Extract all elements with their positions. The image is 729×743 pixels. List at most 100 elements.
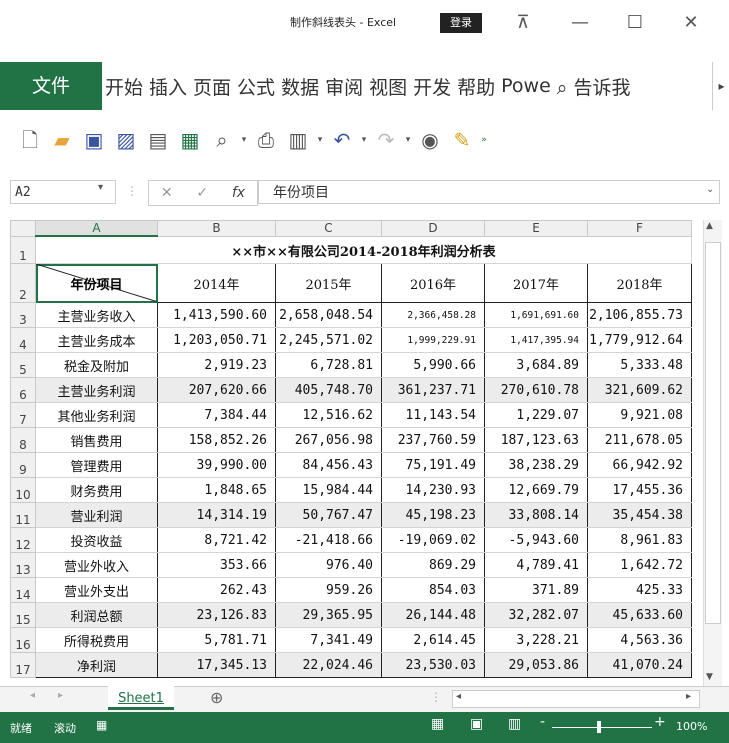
value-cell[interactable]: 6,728.81 — [275, 352, 382, 378]
year-header[interactable]: 2017年 — [484, 263, 588, 303]
value-cell[interactable]: 8,961.83 — [587, 527, 692, 553]
redo-icon[interactable]: ↷ — [370, 125, 402, 155]
save-icon[interactable]: ▣ — [78, 125, 110, 155]
export-icon[interactable]: ▦ — [174, 125, 206, 155]
value-cell[interactable]: 854.03 — [381, 577, 485, 603]
next-sheet-icon[interactable]: ▸ — [58, 690, 63, 701]
zoom-slider-thumb[interactable] — [597, 721, 601, 733]
value-cell[interactable]: 12,669.79 — [484, 477, 588, 503]
column-header[interactable]: A — [35, 220, 158, 237]
print-icon[interactable]: ⎙ — [250, 125, 282, 155]
value-cell[interactable]: 353.66 — [157, 552, 276, 578]
undo-icon[interactable]: ↶ — [326, 125, 358, 155]
value-cell[interactable]: 33,808.14 — [484, 502, 588, 528]
value-cell[interactable]: 1,417,395.94 — [484, 327, 588, 353]
value-cell[interactable]: 4,563.36 — [587, 627, 692, 653]
ribbon-tab[interactable]: 插入 — [146, 73, 190, 100]
zoom-in-button[interactable]: + — [654, 714, 666, 730]
row-header[interactable]: 2 — [10, 263, 36, 303]
value-cell[interactable]: 976.40 — [275, 552, 382, 578]
value-cell[interactable]: 11,143.54 — [381, 402, 485, 428]
value-cell[interactable]: 158,852.26 — [157, 427, 276, 453]
login-button[interactable]: 登录 — [440, 13, 482, 33]
value-cell[interactable]: 237,760.59 — [381, 427, 485, 453]
row-header[interactable]: 11 — [10, 502, 36, 528]
column-header[interactable]: B — [157, 220, 276, 237]
value-cell[interactable]: 869.29 — [381, 552, 485, 578]
page-layout-icon[interactable]: ▣ — [470, 716, 483, 732]
item-cell[interactable]: 销售费用 — [35, 427, 158, 453]
format-painter-icon[interactable]: ✎ — [446, 125, 478, 155]
value-cell[interactable]: 45,198.23 — [381, 502, 485, 528]
item-cell[interactable]: 营业外收入 — [35, 552, 158, 578]
macro-record-icon[interactable]: ▦ — [96, 718, 107, 732]
value-cell[interactable]: 361,237.71 — [381, 377, 485, 403]
ribbon-tab[interactable]: 帮助 — [454, 73, 498, 100]
row-header[interactable]: 16 — [10, 627, 36, 653]
value-cell[interactable]: 371.89 — [484, 577, 588, 603]
ribbon-scroll-right-icon[interactable]: ▸ — [712, 62, 729, 110]
value-cell[interactable]: 425.33 — [587, 577, 692, 603]
column-header[interactable]: D — [381, 220, 485, 237]
value-cell[interactable]: 262.43 — [157, 577, 276, 603]
ribbon-tab[interactable]: 视图 — [366, 73, 410, 100]
value-cell[interactable]: 17,455.36 — [587, 477, 692, 503]
year-header[interactable]: 2018年 — [587, 263, 692, 303]
value-cell[interactable]: -5,943.60 — [484, 527, 588, 553]
sheet-title[interactable]: ××市××有限公司2014-2018年利润分析表 — [35, 235, 692, 264]
prev-sheet-icon[interactable]: ◂ — [30, 690, 35, 701]
value-cell[interactable]: 38,238.29 — [484, 452, 588, 478]
ribbon-tab[interactable]: Powe — [498, 75, 554, 97]
value-cell[interactable]: 1,229.07 — [484, 402, 588, 428]
value-cell[interactable]: 41,070.24 — [587, 652, 692, 678]
chevron-down-icon[interactable]: ▾ — [98, 182, 103, 193]
ribbon-tab[interactable]: 审阅 — [322, 73, 366, 100]
value-cell[interactable]: 29,365.95 — [275, 602, 382, 628]
item-cell[interactable]: 财务费用 — [35, 477, 158, 503]
minimize-icon[interactable]: — — [565, 10, 595, 36]
value-cell[interactable]: 12,516.62 — [275, 402, 382, 428]
sheet-tab[interactable]: Sheet1 — [108, 686, 174, 710]
column-header[interactable]: E — [484, 220, 588, 237]
value-cell[interactable]: 2,658,048.54 — [275, 302, 382, 328]
value-cell[interactable]: 2,245,571.02 — [275, 327, 382, 353]
row-header[interactable]: 6 — [10, 377, 36, 403]
item-cell[interactable]: 营业利润 — [35, 502, 158, 528]
value-cell[interactable]: 2,614.45 — [381, 627, 485, 653]
more-icon[interactable]: » — [478, 125, 490, 155]
value-cell[interactable]: 15,984.44 — [275, 477, 382, 503]
expand-formula-icon[interactable]: ⌄ — [706, 184, 714, 195]
value-cell[interactable]: -21,418.66 — [275, 527, 382, 553]
value-cell[interactable]: 1,999,229.91 — [381, 327, 485, 353]
item-cell[interactable]: 净利润 — [35, 652, 158, 678]
value-cell[interactable]: 3,228.21 — [484, 627, 588, 653]
value-cell[interactable]: 321,609.62 — [587, 377, 692, 403]
value-cell[interactable]: 35,454.38 — [587, 502, 692, 528]
row-header[interactable]: 8 — [10, 427, 36, 453]
zoom-level[interactable]: 100% — [676, 720, 707, 733]
item-cell[interactable]: 营业外支出 — [35, 577, 158, 603]
scroll-left-icon[interactable]: ◂ — [456, 691, 461, 702]
value-cell[interactable]: 17,345.13 — [157, 652, 276, 678]
year-header[interactable]: 2014年 — [157, 263, 276, 303]
value-cell[interactable]: 5,333.48 — [587, 352, 692, 378]
ribbon-tab[interactable]: 开发 — [410, 73, 454, 100]
value-cell[interactable]: 84,456.43 — [275, 452, 382, 478]
zoom-out-button[interactable]: - — [540, 714, 545, 730]
year-header[interactable]: 2016年 — [381, 263, 485, 303]
item-cell[interactable]: 税金及附加 — [35, 352, 158, 378]
ribbon-tab[interactable]: 数据 — [278, 73, 322, 100]
row-header[interactable]: 1 — [10, 235, 36, 264]
open-folder-icon[interactable]: ▰ — [46, 125, 78, 155]
value-cell[interactable]: 9,921.08 — [587, 402, 692, 428]
value-cell[interactable]: 405,748.70 — [275, 377, 382, 403]
value-cell[interactable]: 5,781.71 — [157, 627, 276, 653]
insert-function-icon[interactable]: fx — [232, 185, 245, 201]
cancel-icon[interactable]: ✕ — [161, 185, 173, 201]
row-header[interactable]: 13 — [10, 552, 36, 578]
value-cell[interactable]: 2,919.23 — [157, 352, 276, 378]
row-header[interactable]: 4 — [10, 327, 36, 353]
item-cell[interactable]: 主营业务收入 — [35, 302, 158, 328]
ribbon-tab[interactable]: 开始 — [102, 73, 146, 100]
save-as-icon[interactable]: ▨ — [110, 125, 142, 155]
